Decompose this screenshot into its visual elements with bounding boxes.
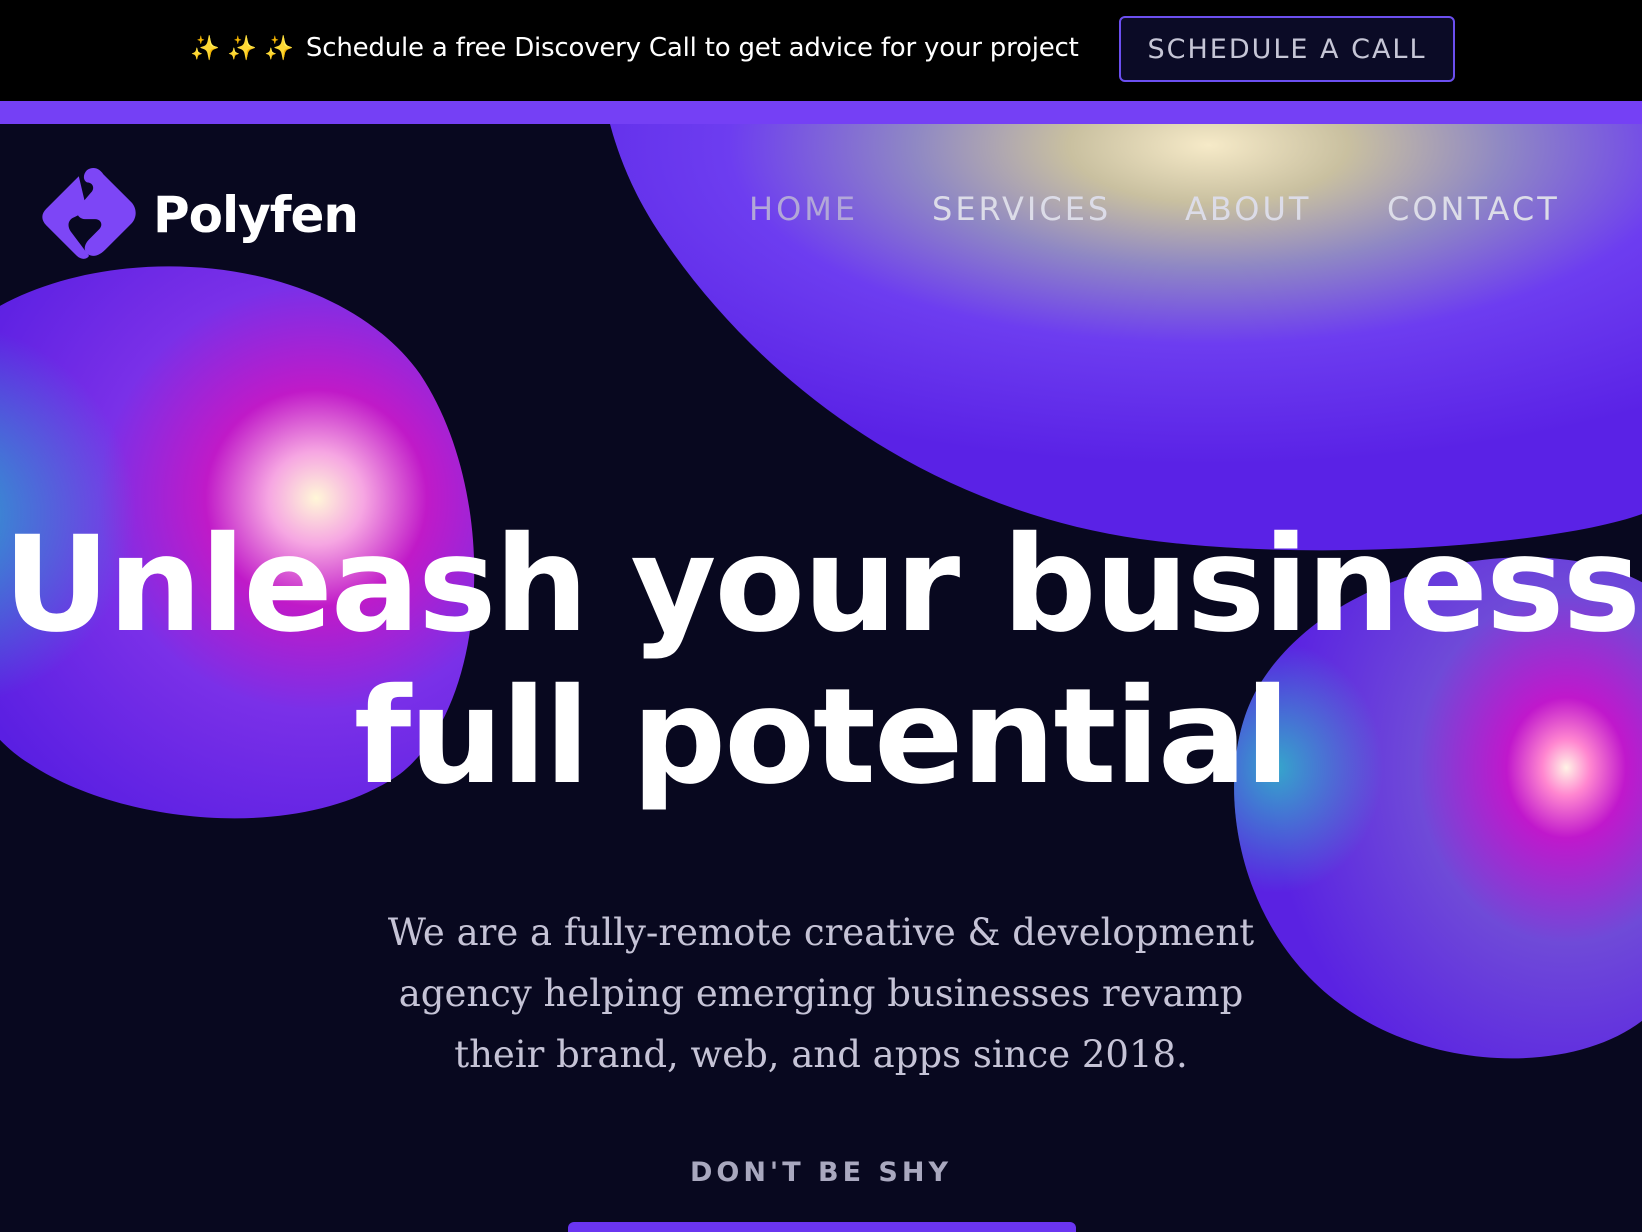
nav-contact[interactable]: CONTACT	[1387, 190, 1560, 228]
main-nav: HOME SERVICES ABOUT CONTACT	[0, 190, 1642, 240]
headline-line-1: Unleash your business	[2, 508, 1641, 662]
headline-line-2: full potential	[353, 660, 1290, 814]
announcement-text: Schedule a free Discovery Call to get ad…	[305, 33, 1079, 63]
nav-about[interactable]: ABOUT	[1185, 190, 1311, 228]
nav-services[interactable]: SERVICES	[932, 190, 1111, 228]
sparkles-icon: ✨ ✨ ✨	[190, 34, 294, 62]
accent-strip	[0, 101, 1642, 124]
announcement-bar: ✨ ✨ ✨ Schedule a free Discovery Call to g…	[0, 0, 1642, 101]
primary-cta-button[interactable]	[568, 1222, 1076, 1232]
hero-subtext: We are a fully-remote creative & develop…	[387, 911, 1255, 1076]
hero-section: Polyfen HOME SERVICES ABOUT CONTACT Unle…	[0, 124, 1642, 1232]
announcement-message: ✨ ✨ ✨ Schedule a free Discovery Call to g…	[190, 33, 1079, 63]
hero-headline: Unleash your business full potential	[0, 509, 1642, 813]
cta-eyebrow: DON'T BE SHY	[689, 1157, 953, 1188]
schedule-call-button[interactable]: SCHEDULE A CALL	[1119, 16, 1455, 82]
nav-home[interactable]: HOME	[749, 190, 858, 228]
